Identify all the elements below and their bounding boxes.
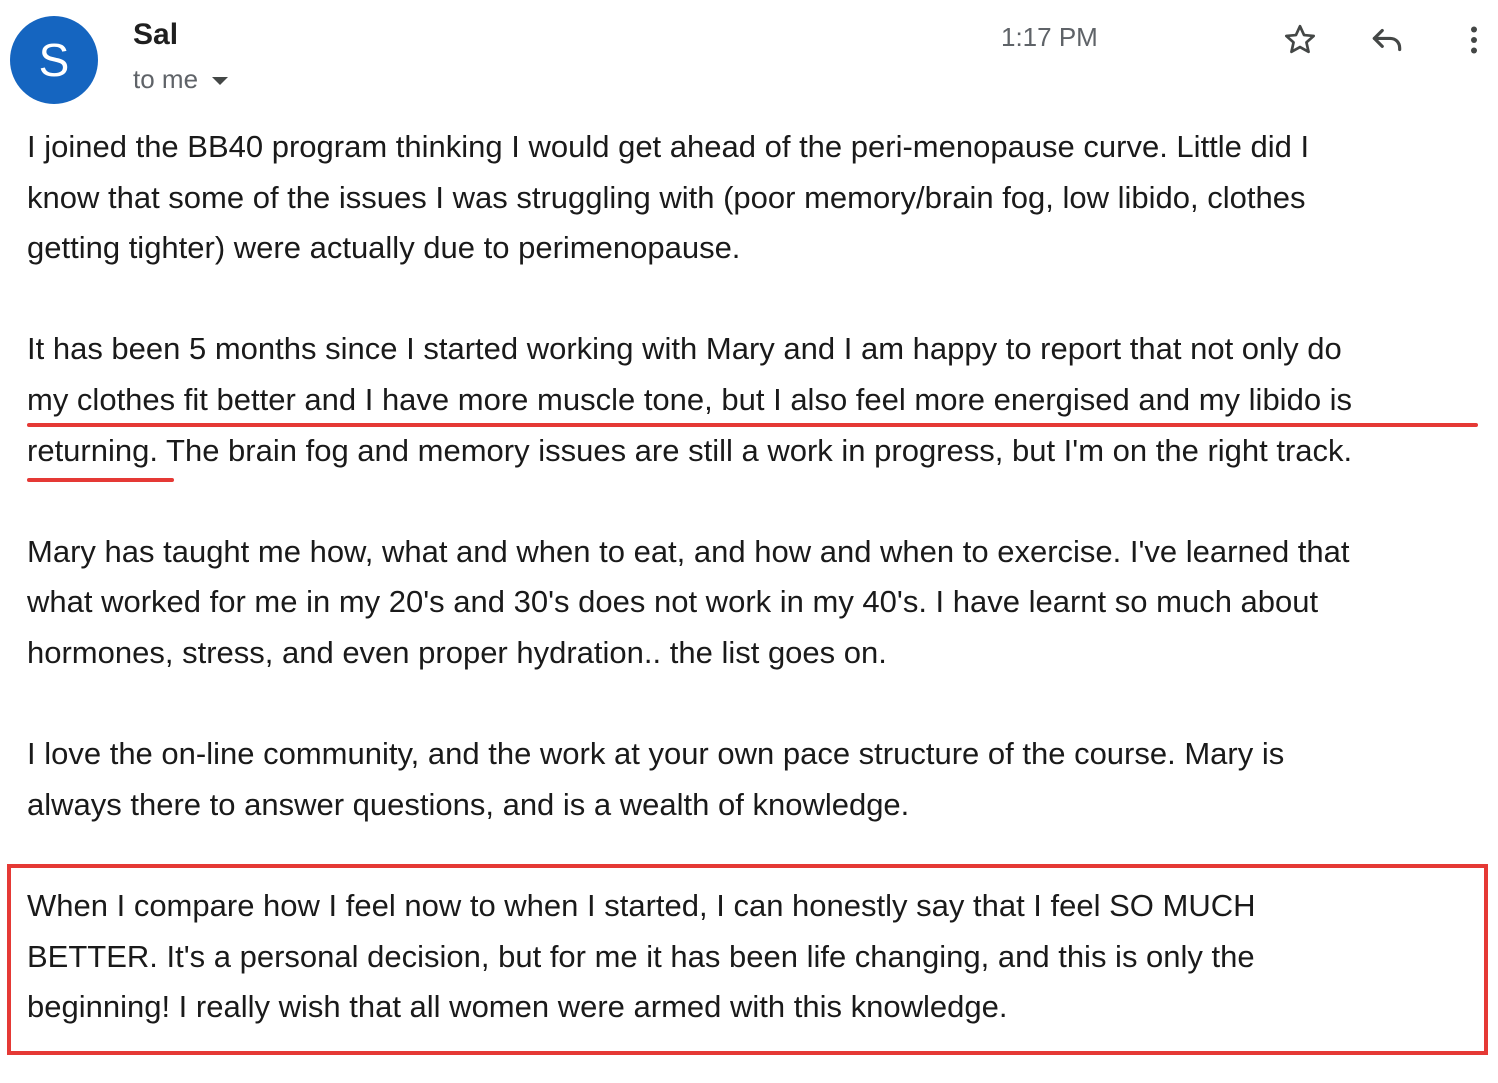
sender-avatar[interactable]: S	[10, 16, 98, 104]
email-paragraph-3: Mary has taught me how, what and when to…	[27, 533, 1350, 670]
chevron-down-icon	[212, 76, 229, 85]
highlight-underline	[27, 423, 1478, 427]
more-options-button[interactable]	[1454, 20, 1494, 60]
reply-button[interactable]	[1367, 20, 1407, 60]
email-paragraph-4: I love the on-line community, and the wo…	[27, 736, 1285, 822]
email-paragraph-1: I joined the BB40 program thinking I wou…	[27, 129, 1310, 266]
highlight-underline	[27, 478, 174, 482]
email-timestamp: 1:17 PM	[1001, 22, 1098, 52]
reply-icon	[1372, 28, 1402, 52]
email-paragraph-2: It has been 5 months since I started wor…	[27, 331, 1353, 468]
more-vert-icon	[1471, 26, 1477, 54]
recipient-label: to me	[133, 64, 199, 94]
star-outline-icon	[1285, 24, 1315, 54]
sender-name: Sal	[133, 18, 179, 51]
highlight-box	[7, 864, 1488, 1055]
recipient-details-toggle[interactable]: to me	[133, 64, 229, 95]
star-button[interactable]	[1280, 20, 1320, 60]
